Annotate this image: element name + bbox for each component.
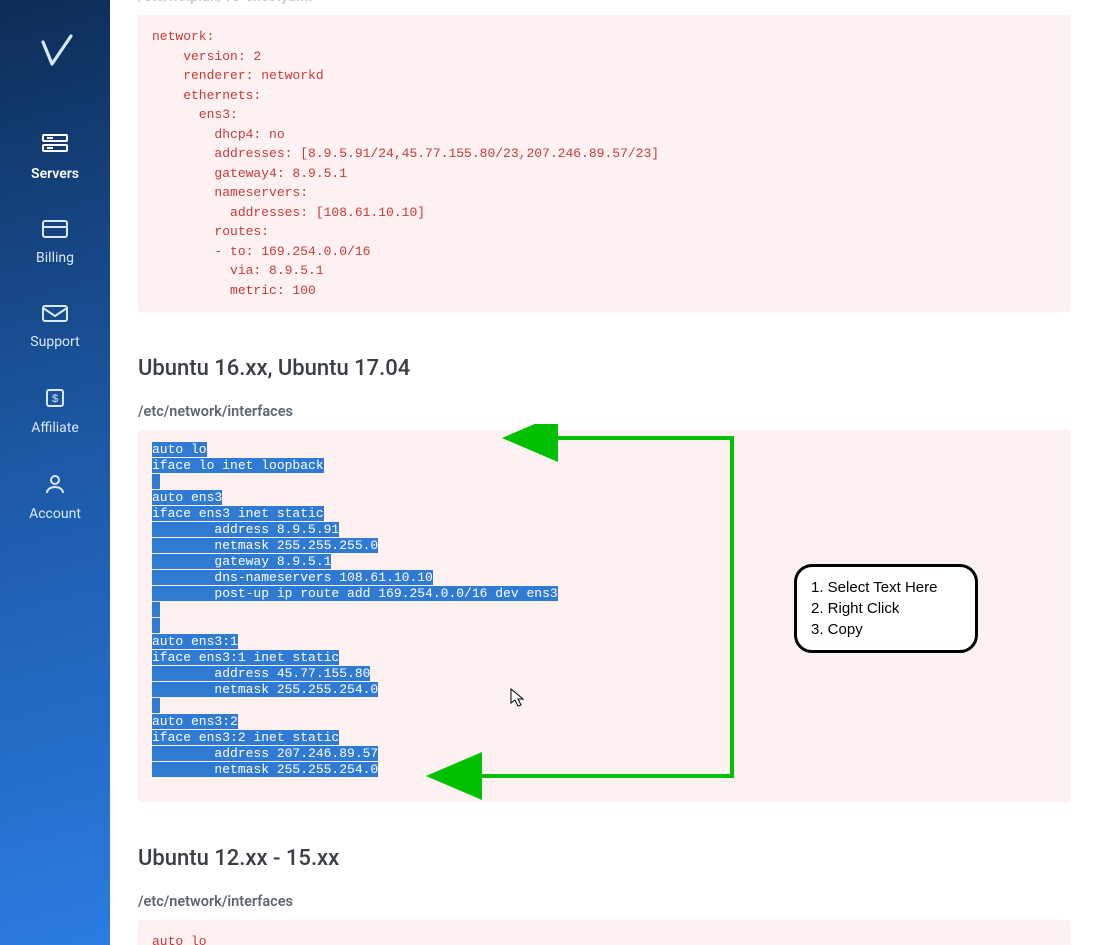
file-path-netplan: /etc/netplan/10-ens3.yaml: [138, 0, 1070, 5]
billing-icon: [0, 218, 110, 244]
code-block-netplan[interactable]: network: version: 2 renderer: networkd e…: [138, 15, 1070, 312]
sidebar-item-affiliate[interactable]: $ Affiliate: [0, 368, 110, 454]
logo: [37, 34, 73, 74]
sidebar-item-label: Support: [30, 334, 79, 350]
svg-text:$: $: [52, 393, 58, 405]
servers-icon: [0, 132, 110, 160]
instruction-callout: 1. Select Text Here 2. Right Click 3. Co…: [794, 564, 978, 653]
callout-line: 3. Copy: [811, 619, 961, 640]
nav-list: Servers Billing Support: [0, 114, 110, 540]
sidebar-item-support[interactable]: Support: [0, 284, 110, 368]
account-icon: [0, 472, 110, 500]
main-content: /etc/netplan/10-ens3.yaml network: versi…: [110, 0, 1098, 945]
sidebar-item-label: Billing: [36, 250, 74, 266]
sidebar-item-label: Affiliate: [31, 420, 79, 436]
file-path-interfaces-2: /etc/network/interfaces: [138, 893, 1070, 910]
sidebar-item-label: Account: [29, 506, 81, 522]
sidebar-item-servers[interactable]: Servers: [0, 114, 110, 200]
code-block-selected[interactable]: auto lo iface lo inet loopback auto ens3…: [138, 430, 1070, 802]
sidebar: Servers Billing Support: [0, 0, 110, 945]
section-heading-ubuntu12: Ubuntu 12.xx - 15.xx: [138, 846, 1070, 871]
sidebar-item-label: Servers: [31, 166, 79, 182]
section-heading-ubuntu16: Ubuntu 16.xx, Ubuntu 17.04: [138, 356, 1070, 381]
sidebar-item-account[interactable]: Account: [0, 454, 110, 540]
sidebar-item-billing[interactable]: Billing: [0, 200, 110, 284]
affiliate-icon: $: [0, 386, 110, 414]
callout-line: 1. Select Text Here: [811, 577, 961, 598]
callout-line: 2. Right Click: [811, 598, 961, 619]
support-icon: [0, 302, 110, 328]
file-path-interfaces-1: /etc/network/interfaces: [138, 403, 1070, 420]
code-block-ubuntu12[interactable]: auto lo iface lo inet loopback: [138, 920, 1070, 945]
